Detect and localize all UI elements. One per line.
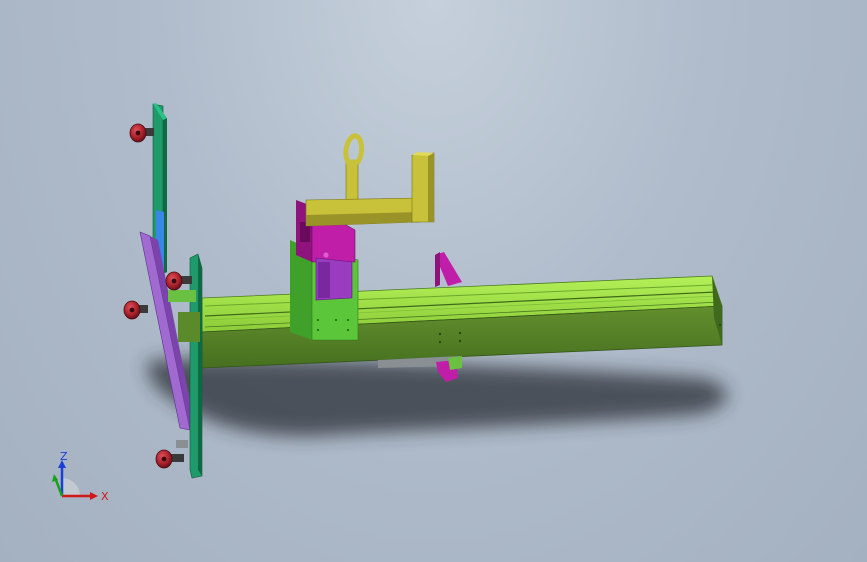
caster-wheel-mid[interactable] [123, 300, 148, 320]
z-axis-label: Z [60, 450, 68, 463]
ground-shadow [147, 358, 728, 437]
linear-rail[interactable] [201, 275, 723, 369]
end-plate-assembly[interactable] [139, 103, 203, 479]
yellow-arm[interactable] [305, 133, 435, 227]
coordinate-triad: Z X [52, 450, 109, 503]
caster-wheel-bottom[interactable] [155, 449, 184, 469]
caster-wheel-top[interactable] [129, 123, 154, 143]
caster-wheel-upper-mid[interactable] [165, 271, 192, 291]
model-viewport[interactable]: Z X [0, 0, 867, 562]
x-axis-label: X [101, 490, 109, 503]
cad-scene[interactable]: Z X [0, 0, 867, 562]
